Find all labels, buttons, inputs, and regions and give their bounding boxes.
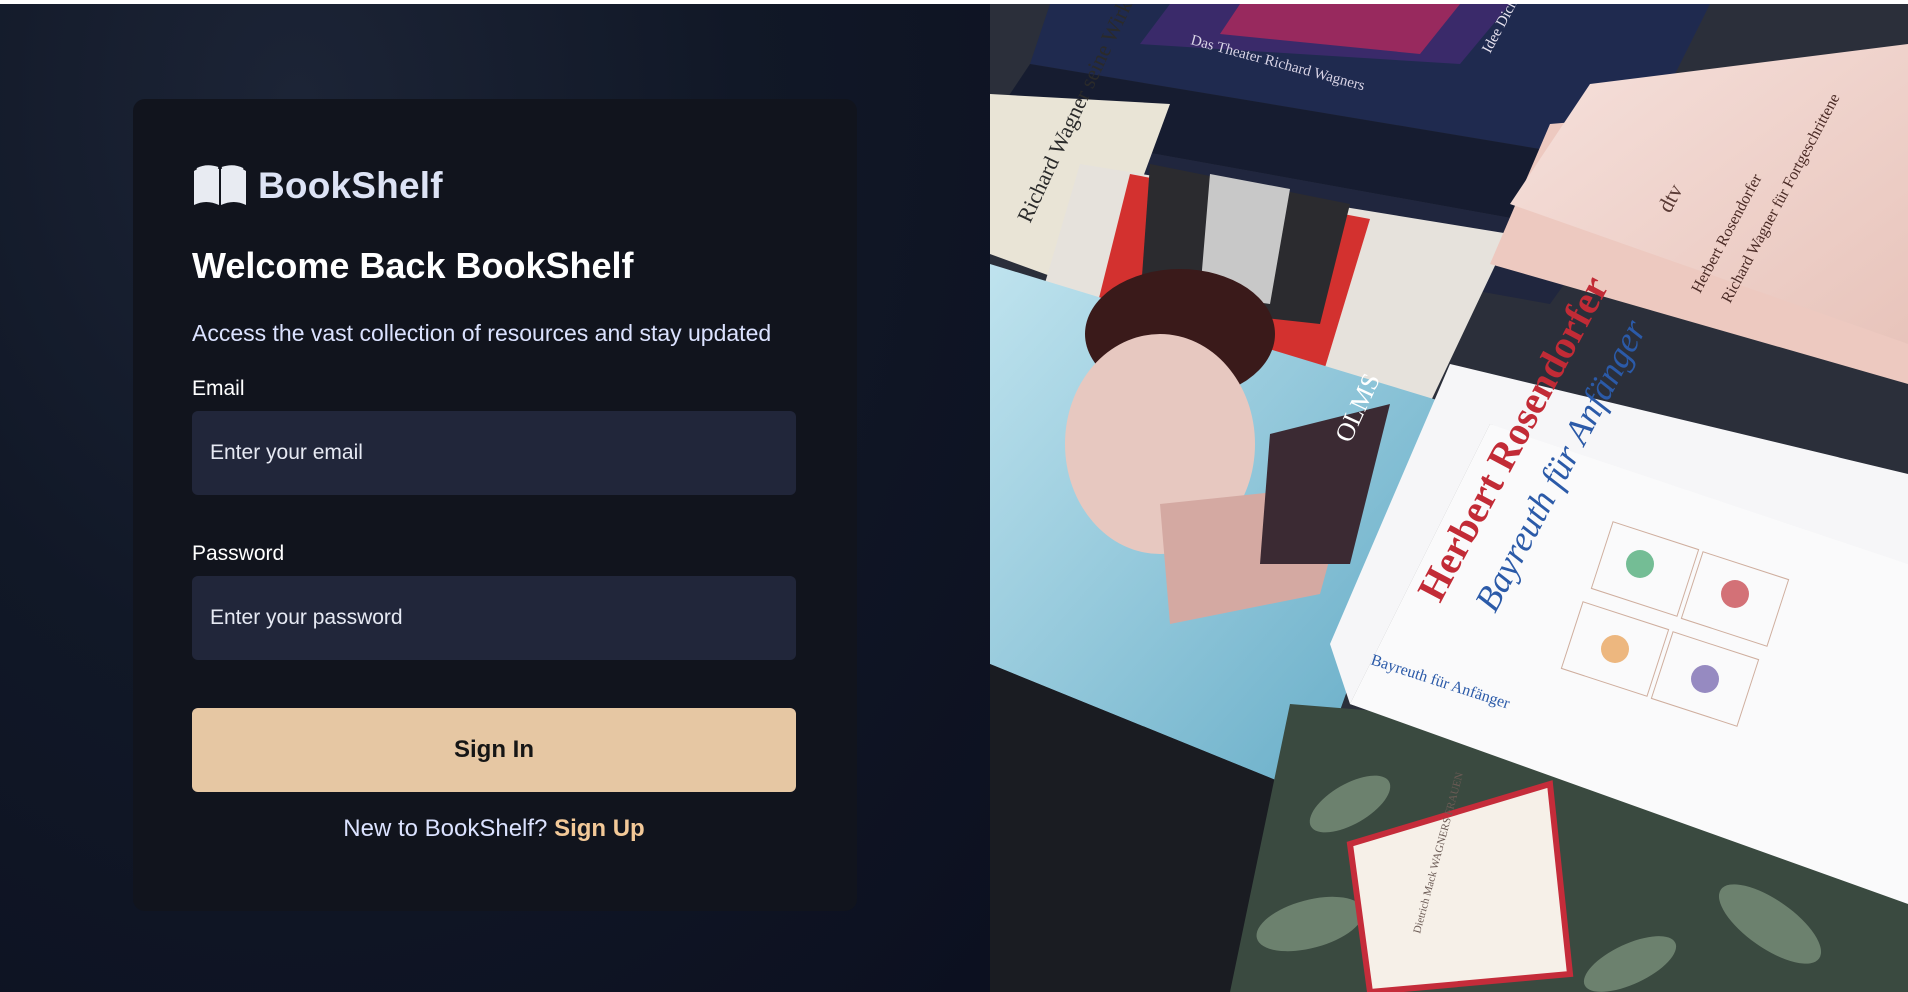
signup-prompt-text: New to BookShelf? (343, 815, 555, 842)
open-book-icon (194, 165, 246, 205)
login-card: BookShelf Welcome Back BookShelf Access … (133, 99, 857, 911)
brand-logo: BookShelf (192, 163, 443, 209)
sign-up-link[interactable]: Sign Up (554, 815, 645, 842)
email-label: Email (192, 377, 245, 400)
password-field[interactable] (192, 576, 796, 660)
page-title: Welcome Back BookShelf (192, 245, 634, 286)
books-photo: OLMS Dietrich Mack WAGNERS FRAUEN dtv He… (990, 4, 1908, 992)
login-pane: BookShelf Welcome Back BookShelf Access … (0, 4, 990, 992)
books-photo-illustration: OLMS Dietrich Mack WAGNERS FRAUEN dtv He… (990, 4, 1908, 992)
email-field[interactable] (192, 411, 796, 495)
page-subtitle: Access the vast collection of resources … (192, 320, 772, 346)
sign-in-button[interactable]: Sign In (192, 708, 796, 792)
signup-prompt: New to BookShelf? Sign Up (192, 815, 796, 843)
password-label: Password (192, 542, 285, 565)
brand-name: BookShelf (258, 165, 443, 206)
